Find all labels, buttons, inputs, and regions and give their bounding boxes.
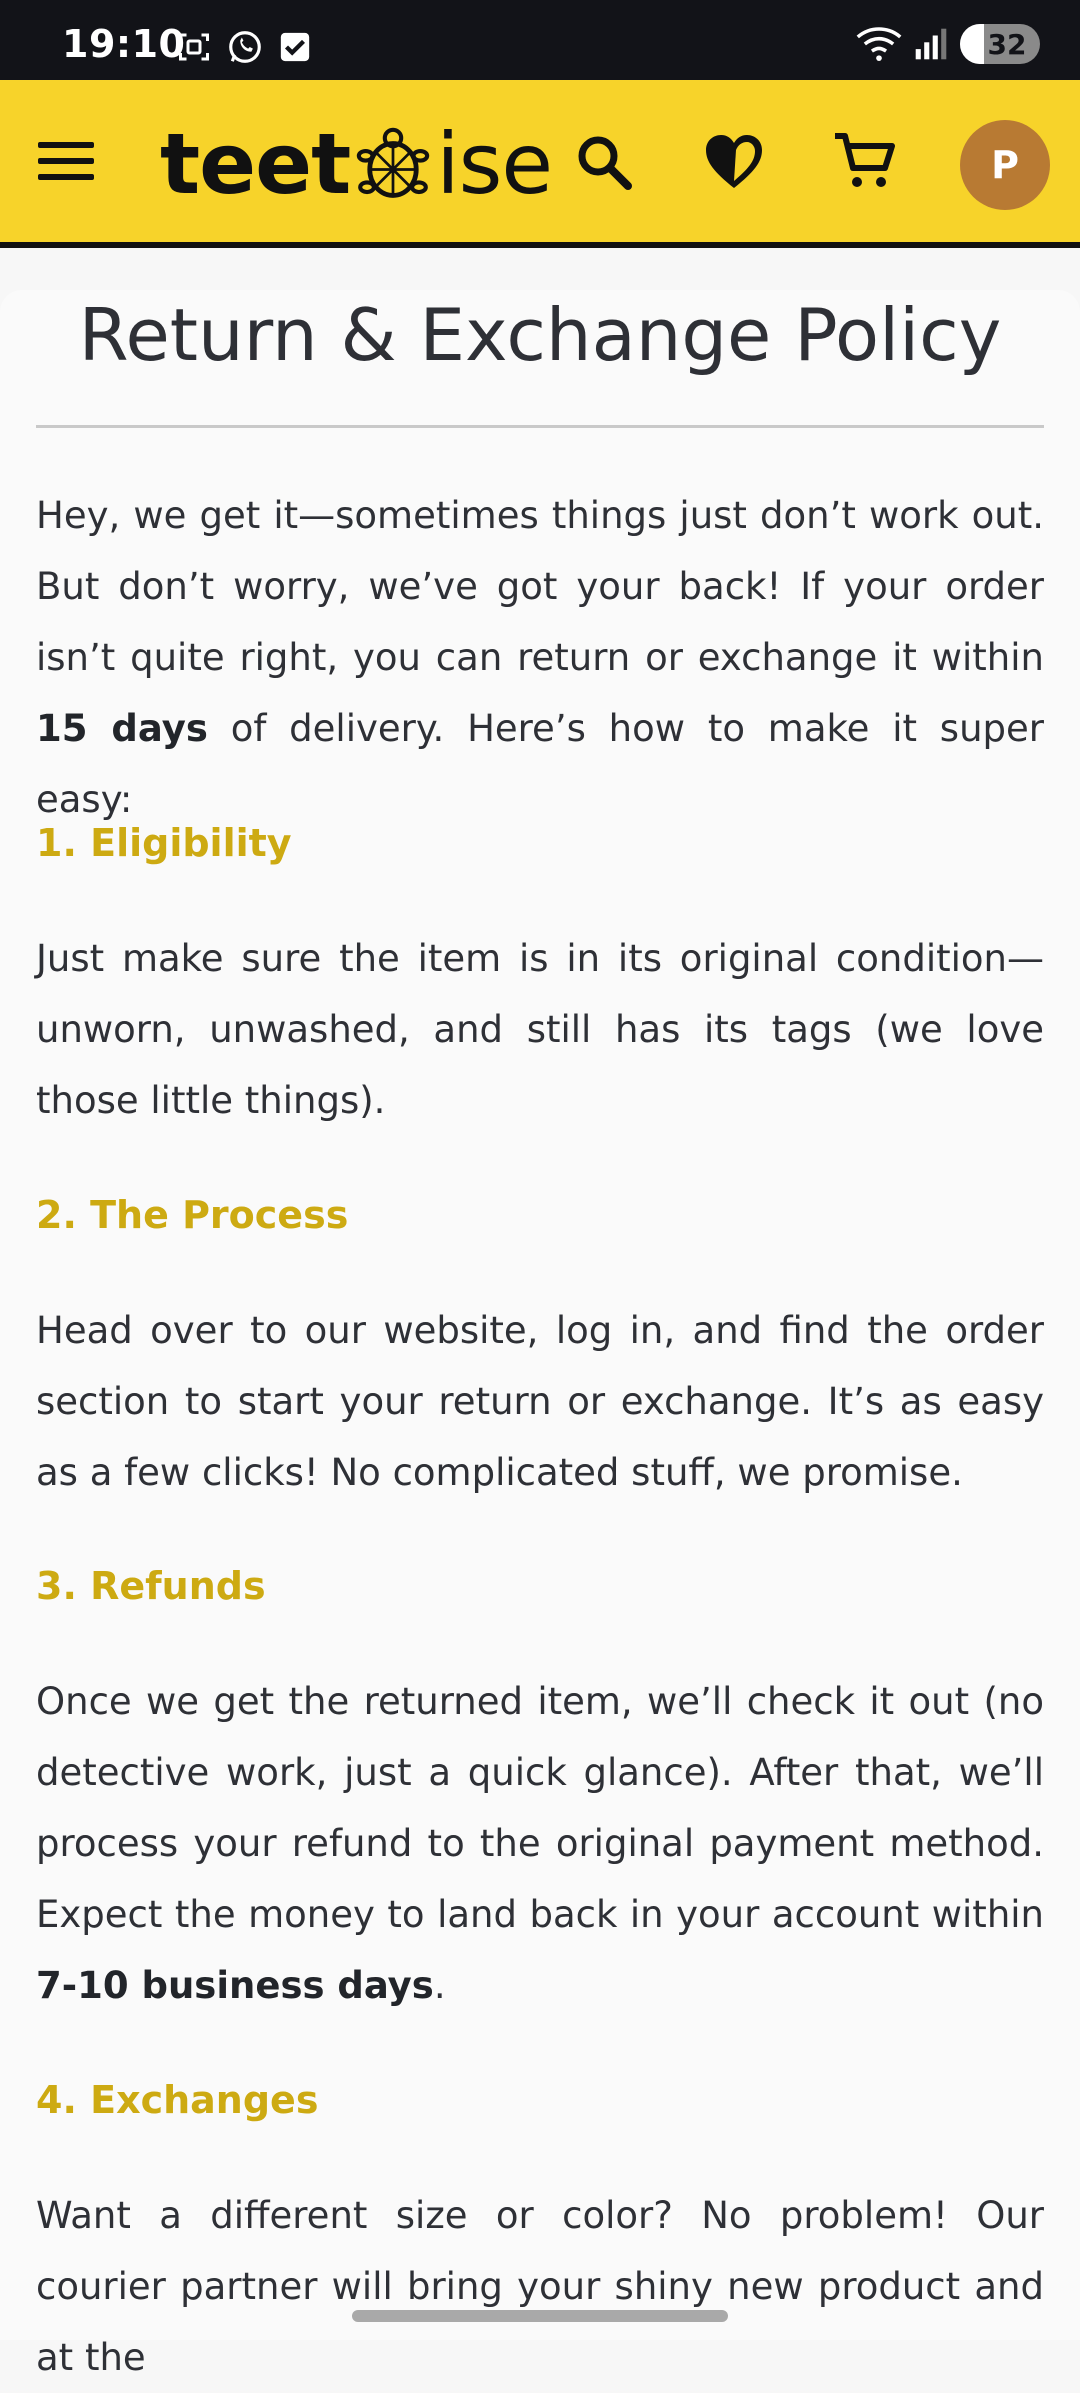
menu-icon[interactable] bbox=[36, 136, 96, 186]
section-text-refunds: Once we get the returned item, we’ll che… bbox=[36, 1666, 1044, 2021]
section-text-process: Head over to our website, log in, and fi… bbox=[36, 1309, 1044, 1494]
cart-icon[interactable] bbox=[832, 130, 896, 194]
section-heading-process: 2. The Process bbox=[36, 1193, 349, 1237]
turtle-logo-icon bbox=[357, 127, 430, 198]
signal-icon bbox=[915, 28, 947, 60]
section-heading-exchanges: 4. Exchanges bbox=[36, 2078, 319, 2122]
policy-content: Return & Exchange Policy Hey, we get it—… bbox=[0, 290, 1080, 2379]
section-text-exchanges: Want a different size or color? No probl… bbox=[36, 2194, 1044, 2379]
battery-level: 32 bbox=[987, 27, 1027, 61]
screenshot-icon bbox=[179, 33, 209, 61]
status-system-icons: 32 bbox=[856, 24, 1040, 64]
status-time: 19:10 bbox=[62, 22, 186, 66]
whatsapp-icon bbox=[229, 31, 261, 63]
refunds-text: Once we get the returned item, we’ll che… bbox=[36, 1680, 1044, 1936]
page-title: Return & Exchange Policy bbox=[78, 293, 1002, 377]
status-bar: 19:10 32 bbox=[0, 0, 1080, 80]
section-text-eligibility: Just make sure the item is in its origin… bbox=[36, 937, 1044, 1122]
search-icon[interactable] bbox=[572, 130, 636, 194]
logo-text-start: teet bbox=[160, 115, 351, 213]
wifi-icon bbox=[856, 27, 902, 61]
title-divider bbox=[36, 425, 1044, 428]
logo-text-end: ise bbox=[436, 115, 553, 213]
refunds-bold: 7-10 business days bbox=[36, 1964, 434, 2007]
wishlist-heart-icon[interactable] bbox=[702, 130, 766, 194]
section-heading-refunds: 3. Refunds bbox=[36, 1564, 266, 1608]
status-notification-icons bbox=[176, 28, 312, 66]
app-header: teet ise P bbox=[0, 80, 1080, 248]
checkbox-icon bbox=[280, 32, 310, 62]
intro-text: Hey, we get it—sometimes things just don… bbox=[36, 494, 1044, 679]
refunds-after: . bbox=[433, 1964, 446, 2007]
user-avatar[interactable]: P bbox=[960, 120, 1050, 210]
section-heading-eligibility: 1. Eligibility bbox=[36, 821, 292, 865]
home-indicator[interactable] bbox=[352, 2310, 728, 2322]
intro-paragraph: Hey, we get it—sometimes things just don… bbox=[36, 480, 1044, 835]
intro-bold: 15 days bbox=[36, 707, 208, 750]
battery-icon: 32 bbox=[960, 24, 1040, 64]
teetoise-logo[interactable]: teet ise bbox=[160, 115, 553, 213]
